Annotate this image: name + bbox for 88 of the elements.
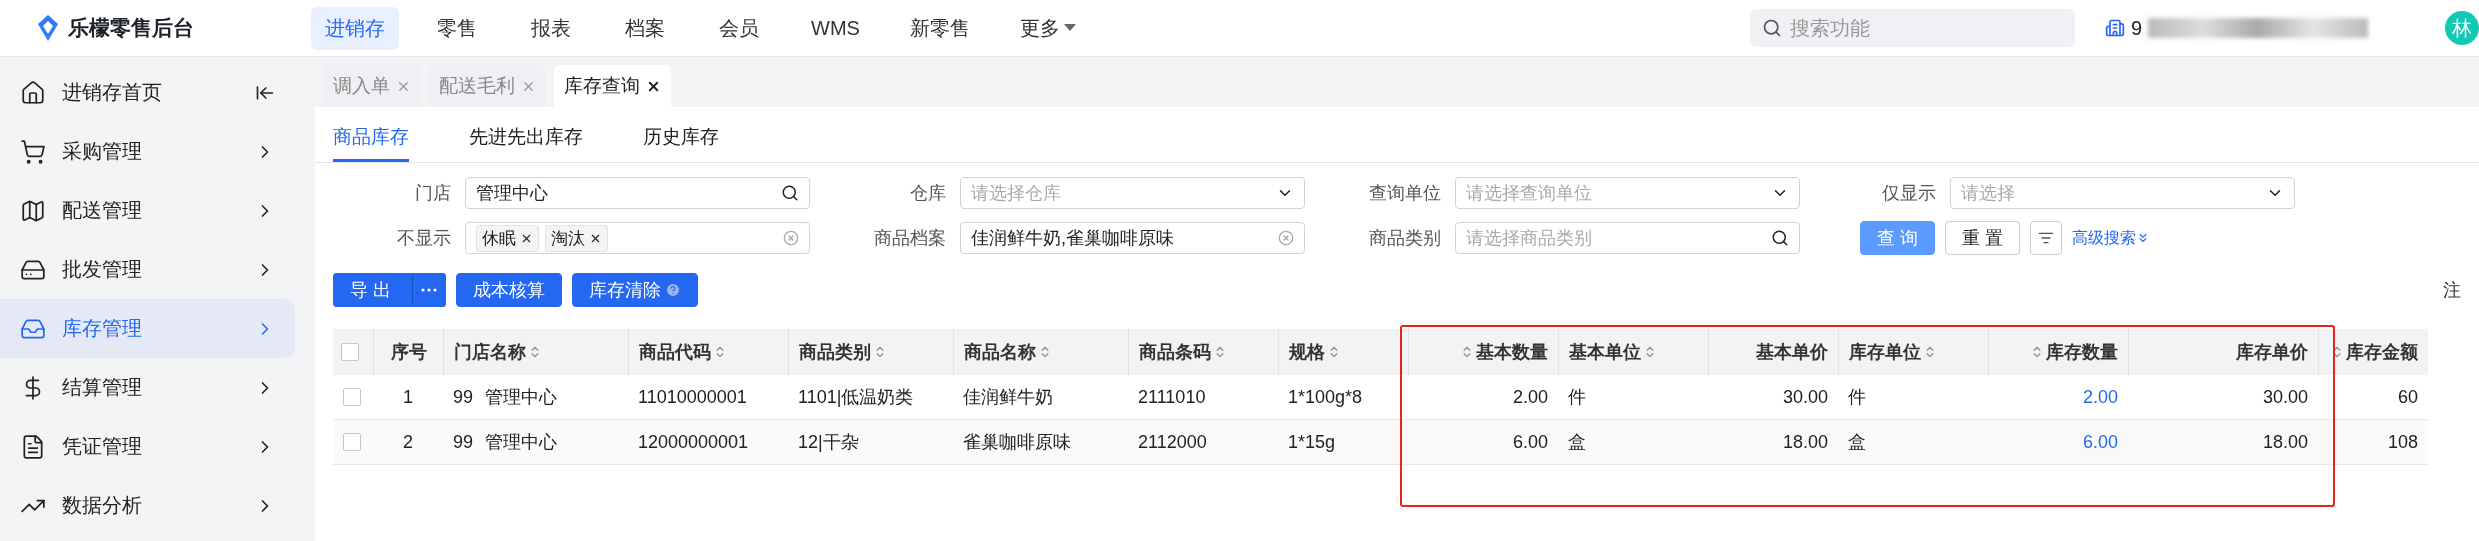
quantity-link[interactable]: 6.00 [1988,420,2128,465]
table-cell: 盒 [1838,420,1988,465]
column-header[interactable]: 库存数量 [1988,329,2128,375]
column-header[interactable]: 商品类别 [788,329,953,375]
nav-item[interactable]: 报表 [515,6,587,50]
nav-item[interactable]: 新零售 [895,6,984,50]
nav-item[interactable]: 零售 [421,6,493,50]
checkbox[interactable] [343,388,361,406]
sidebar-item[interactable]: 数据分析 [0,476,295,535]
nav-item[interactable]: 档案 [609,6,681,50]
home-icon [20,79,46,106]
search-icon [781,184,799,202]
note-text: 注 [2443,279,2461,302]
column-header[interactable]: 商品代码 [628,329,788,375]
cart-icon [20,138,46,165]
nav-item[interactable]: 进销存 [311,6,399,50]
filter-label: 不显示 [396,227,452,250]
stock-clear-button[interactable]: 库存清除 [572,273,698,307]
nav-item[interactable]: 更多 [1005,6,1090,50]
filter-label: 商品档案 [873,227,947,250]
column-header[interactable]: 规格 [1278,329,1408,375]
column-header[interactable]: 基本数量 [1408,329,1558,375]
table-cell: 2 [373,420,443,465]
sub-tab[interactable]: 商品库存 [333,124,409,162]
more-icon [421,288,437,292]
filter-tag: 休眠 [476,224,539,252]
table-cell: 6.00 [1408,420,1558,465]
filter-label: 仅显示 [1881,182,1937,205]
store-code: 99 [453,386,474,408]
table-cell: 盒 [1558,420,1708,465]
filter-field[interactable]: 休眠 淘汰 [465,222,810,254]
page-tab[interactable]: 库存查询 [554,65,671,107]
reset-button[interactable]: 重 置 [1945,221,2021,255]
filter-label: 门店 [414,182,452,205]
filter-list-button[interactable] [2030,221,2063,255]
advanced-search-link[interactable]: 高级搜索 [2072,227,2151,249]
sidebar-item[interactable]: 库存管理 [0,299,295,358]
table-cell: 12000000001 [628,420,788,465]
table-cell: 108 [2318,420,2428,465]
search-icon [1762,18,1782,38]
sidebar-item[interactable]: 采购管理 [0,122,295,181]
checkbox[interactable] [341,343,359,361]
column-header[interactable]: 商品名称 [953,329,1128,375]
column-header[interactable]: 库存单位 [1838,329,1988,375]
sub-tab[interactable]: 先进先出库存 [469,124,583,162]
filter-field[interactable]: 佳润鲜牛奶,雀巢咖啡原味 [960,222,1305,254]
more-button[interactable] [412,273,446,307]
sidebar-item[interactable]: 批发管理 [0,240,295,299]
column-header[interactable]: 商品条码 [1128,329,1278,375]
table-cell: 1*15g [1278,420,1408,465]
sub-tab[interactable]: 历史库存 [643,124,719,162]
filter-list-icon [2038,230,2055,246]
store-name: 管理中心 [485,431,558,454]
nav-item[interactable]: WMS [797,8,874,48]
sidebar-item[interactable]: 进销存首页 [0,63,295,122]
table-cell: 18.00 [1708,420,1838,465]
clear-icon [1278,230,1294,246]
store-name: 管理中心 [485,386,558,409]
help-icon [665,282,681,298]
table-cell: 18.00 [2128,420,2318,465]
building-icon [2105,18,2125,38]
sidebar-item[interactable]: 凭证管理 [0,417,295,476]
document-icon [20,433,46,460]
app-logo: 乐檬零售后台 [36,14,311,42]
nav-item[interactable]: 会员 [703,6,775,50]
search-icon [1771,229,1789,247]
filter-tag: 淘汰 [545,224,608,252]
sidebar-item[interactable]: 配送管理 [0,181,295,240]
filter-label: 仓库 [909,182,947,205]
logo-icon [36,15,60,41]
column-header: 序号 [373,329,443,375]
column-header[interactable]: 库存金额 [2318,329,2428,375]
table-cell: 雀巢咖啡原味 [953,420,1128,465]
table-cell: 12|干杂 [788,420,953,465]
column-header[interactable]: 基本单位 [1558,329,1708,375]
column-header: 基本单价 [1708,329,1838,375]
cost-button[interactable]: 成本核算 [456,273,562,307]
checkbox[interactable] [343,433,361,451]
table-cell: 2112000 [1128,420,1278,465]
sidebar-item[interactable]: 结算管理 [0,358,295,417]
column-header: 库存单价 [2128,329,2318,375]
filter-label: 商品类别 [1368,227,1442,250]
store-code: 99 [453,431,474,453]
filter-label: 查询单位 [1368,182,1442,205]
clear-icon [783,230,799,246]
column-header[interactable]: 门店名称 [443,329,628,375]
filter-field[interactable]: 管理中心 [465,177,810,209]
store-name[interactable]: 9 [2131,16,2143,40]
